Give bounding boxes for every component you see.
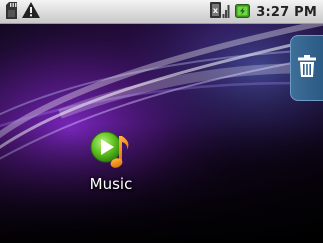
trash-tab[interactable] xyxy=(290,35,323,101)
no-sim-signal-icon: x xyxy=(210,1,230,23)
warning-icon xyxy=(22,2,40,22)
home-screen: x 3:27 PM Music xyxy=(0,0,323,243)
svg-text:x: x xyxy=(213,6,219,15)
app-label: Music xyxy=(89,175,133,193)
app-shortcut-music[interactable]: Music xyxy=(80,128,142,198)
status-bar[interactable]: x 3:27 PM xyxy=(0,0,323,24)
battery-charging-icon xyxy=(235,3,251,22)
wallpaper xyxy=(0,24,323,243)
sd-card-icon xyxy=(5,1,18,23)
music-icon xyxy=(90,131,129,168)
trash-icon xyxy=(298,55,316,81)
status-clock: 3:27 PM xyxy=(256,4,317,20)
